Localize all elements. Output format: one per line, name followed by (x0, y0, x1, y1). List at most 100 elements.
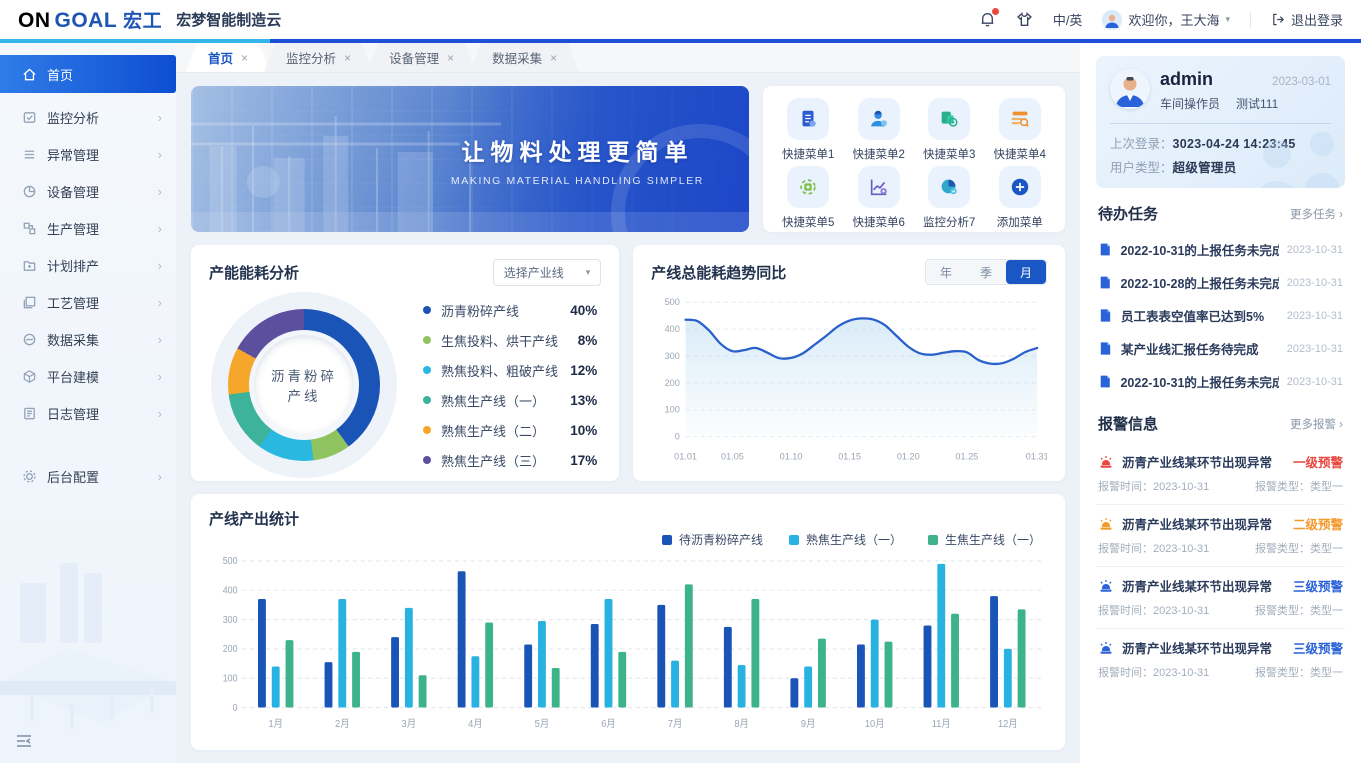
skin-shirt-icon[interactable] (1016, 11, 1033, 28)
legend-value: 8% (578, 333, 598, 348)
sidebar-item-home[interactable]: 首页 (0, 55, 176, 93)
alarm-level-badge: 二级预警 (1293, 514, 1343, 533)
logo-cn: 宏工 (123, 6, 162, 33)
quick-menu-5[interactable]: 快捷菜单5 (773, 166, 844, 230)
alarm-section-title: 报警信息 (1098, 413, 1158, 434)
svg-text:6月: 6月 (601, 718, 616, 731)
toggle-month[interactable]: 月 (1006, 260, 1046, 284)
svg-text:100: 100 (223, 673, 238, 684)
chart-up-icon (858, 166, 900, 208)
pie-icon (22, 184, 37, 199)
sidebar-item-equipment[interactable]: 设备管理 › (0, 173, 176, 210)
chevron-down-icon: ▾ (1225, 14, 1230, 25)
sidebar-item-production[interactable]: 生产管理 › (0, 210, 176, 247)
sidebar-item-label: 生产管理 (47, 219, 99, 238)
sidebar-item-planning[interactable]: 计划排产 › (0, 247, 176, 284)
svg-text:01.10: 01.10 (780, 451, 803, 461)
chevron-right-icon: › (1339, 209, 1343, 221)
gear-icon (22, 469, 37, 484)
sidebar-item-modeling[interactable]: 平台建模 › (0, 358, 176, 395)
alarm-item[interactable]: 沥青产业线某环节出现异常 一级预警 报警时间：2023-10-31 报警类型：类… (1096, 443, 1345, 505)
user-menu[interactable]: 欢迎你，王大海 ▾ (1102, 10, 1230, 30)
todo-item[interactable]: 某产业线汇报任务待完成 2023-10-31 (1096, 332, 1345, 365)
toggle-quarter[interactable]: 季 (966, 260, 1006, 284)
task-doc-icon (1098, 341, 1113, 356)
svg-text:0: 0 (233, 702, 238, 713)
donut-center-label: 沥青粉碎 产线 (254, 335, 354, 435)
alarm-time: 报警时间：2023-10-31 (1098, 478, 1209, 494)
todo-date: 2023-10-31 (1287, 343, 1343, 355)
legend-swatch (789, 535, 799, 545)
close-icon[interactable]: × (550, 51, 557, 65)
sidebar-item-logs[interactable]: 日志管理 › (0, 395, 176, 432)
task-doc-icon (1098, 308, 1113, 323)
chevron-right-icon: › (158, 406, 162, 421)
svg-text:200: 200 (223, 644, 238, 655)
sidebar-item-data-collection[interactable]: 数据采集 › (0, 321, 176, 358)
tab-data-collection[interactable]: 数据采集 × (470, 43, 579, 72)
siren-icon (1098, 454, 1114, 469)
alarm-time-label: 报警时间： (1098, 481, 1153, 493)
alarm-time-value: 2023-10-31 (1153, 543, 1209, 555)
legend-dot (423, 336, 431, 344)
sidebar-item-monitor[interactable]: 监控分析 › (0, 99, 176, 136)
todo-item[interactable]: 员工表表空值率已达到5% 2023-10-31 (1096, 299, 1345, 332)
svg-text:200: 200 (665, 378, 680, 388)
energy-trend-line-chart[interactable]: 010020030040050001.0101.0501.1001.1501.2… (651, 289, 1047, 467)
alarm-type-value: 类型一 (1310, 605, 1343, 617)
alarm-time-value: 2023-10-31 (1153, 605, 1209, 617)
logout-button[interactable]: 退出登录 (1271, 10, 1343, 29)
sidebar-item-admin-config[interactable]: 后台配置 › (0, 458, 176, 495)
close-icon[interactable]: × (241, 51, 248, 65)
alarm-type-label: 报警类型： (1255, 605, 1310, 617)
sidebar-item-label: 设备管理 (47, 182, 99, 201)
close-icon[interactable]: × (447, 51, 454, 65)
user-type-value: 超级管理员 (1173, 161, 1237, 175)
tab-monitor[interactable]: 监控分析 × (264, 43, 373, 72)
legend-item: 熟焦生产线（一）13% (423, 391, 597, 410)
alarm-level-badge: 三级预警 (1293, 576, 1343, 595)
sidebar-item-process[interactable]: 工艺管理 › (0, 284, 176, 321)
more-tasks-link[interactable]: 更多任务 › (1290, 206, 1343, 222)
quick-menu-6[interactable]: 快捷菜单6 (844, 166, 915, 230)
sidebar: 首页 监控分析 › 异常管理 › 设备管理 › 生产管理 › 计划排产 › (0, 43, 176, 763)
todo-item[interactable]: 2022-10-28的上报任务未完成 2023-10-31 (1096, 266, 1345, 299)
tab-home[interactable]: 首页 × (186, 43, 270, 72)
todo-item[interactable]: 2022-10-31的上报任务未完成 2023-10-31 (1096, 365, 1345, 398)
notification-bell-icon[interactable] (979, 11, 996, 28)
alarm-item[interactable]: 沥青产业线某环节出现异常 二级预警 报警时间：2023-10-31 报警类型：类… (1096, 505, 1345, 567)
tab-equipment[interactable]: 设备管理 × (367, 43, 476, 72)
factory-illustration (0, 563, 176, 763)
toggle-year[interactable]: 年 (926, 260, 966, 284)
svg-text:4月: 4月 (468, 718, 483, 731)
quick-menu-2[interactable]: 快捷菜单2 (844, 98, 915, 162)
more-alarms-link[interactable]: 更多报警 › (1290, 416, 1343, 432)
energy-donut-chart[interactable]: 沥青粉碎 产线 (228, 309, 380, 461)
sidebar-item-exception[interactable]: 异常管理 › (0, 136, 176, 173)
alarm-time: 报警时间：2023-10-31 (1098, 664, 1209, 680)
alarm-item[interactable]: 沥青产业线某环节出现异常 三级预警 报警时间：2023-10-31 报警类型：类… (1096, 567, 1345, 629)
quick-menu-monitor7[interactable]: 监控分析7 (914, 166, 985, 230)
output-bar-chart[interactable]: 01002003004005001月2月3月4月5月6月7月8月9月10月11月… (209, 550, 1047, 736)
lang-toggle[interactable]: 中/英 (1053, 10, 1083, 29)
quick-menu-4[interactable]: 快捷菜单4 (985, 98, 1056, 162)
trend-card-title: 产线总能耗趋势同比 (651, 262, 786, 283)
legend-swatch (662, 535, 672, 545)
todo-item[interactable]: 2022-10-31的上报任务未完成 2023-10-31 (1096, 233, 1345, 266)
quick-menu-add[interactable]: 添加菜单 (985, 166, 1056, 230)
legend-label: 生焦投料、烘干产线 (441, 331, 558, 350)
alarm-text: 沥青产业线某环节出现异常 (1122, 638, 1272, 657)
alarm-type-value: 类型一 (1310, 481, 1343, 493)
alarm-item[interactable]: 沥青产业线某环节出现异常 三级预警 报警时间：2023-10-31 报警类型：类… (1096, 629, 1345, 690)
doc-icon (787, 98, 829, 140)
folder-plus-icon (22, 258, 37, 273)
close-icon[interactable]: × (344, 51, 351, 65)
quick-menu-3[interactable]: 快捷菜单3 (914, 98, 985, 162)
alarm-time-label: 报警时间： (1098, 605, 1153, 617)
todo-text: 员工表表空值率已达到5% (1121, 306, 1264, 325)
todo-date: 2023-10-31 (1287, 376, 1343, 388)
sidebar-item-label: 异常管理 (47, 145, 99, 164)
production-line-select[interactable]: 选择产业线 ▾ (493, 259, 602, 286)
sidebar-collapse-button[interactable] (16, 734, 32, 753)
quick-menu-1[interactable]: 快捷菜单1 (773, 98, 844, 162)
